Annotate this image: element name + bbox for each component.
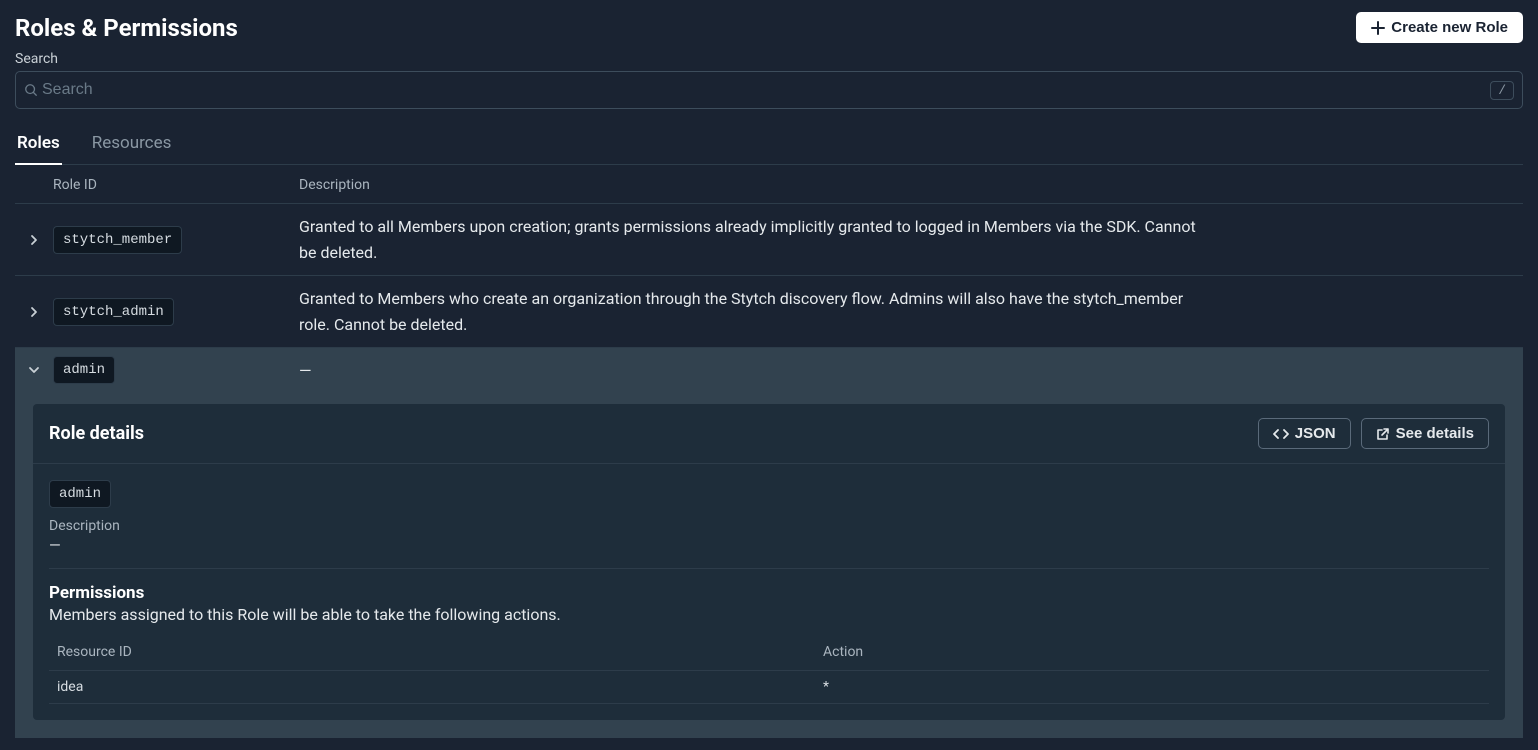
role-description: Granted to Members who create an organiz… <box>299 286 1199 337</box>
search-shortcut-hint: / <box>1490 81 1514 100</box>
description-field-label: Description <box>49 518 1489 534</box>
permissions-title: Permissions <box>49 583 1489 603</box>
col-action: Action <box>823 644 1481 660</box>
search-label: Search <box>15 51 1523 67</box>
permission-action: * <box>823 679 1481 695</box>
see-details-button[interactable]: See details <box>1361 418 1489 449</box>
tab-resources[interactable]: Resources <box>90 127 174 165</box>
external-link-icon <box>1376 427 1390 441</box>
permission-resource: idea <box>57 679 823 695</box>
expand-toggle[interactable] <box>15 364 53 376</box>
search-field-wrap[interactable]: / <box>15 71 1523 109</box>
tab-roles[interactable]: Roles <box>15 127 62 165</box>
col-description: Description <box>299 177 1523 193</box>
expand-toggle[interactable] <box>15 306 53 318</box>
permissions-subtitle: Members assigned to this Role will be ab… <box>49 605 1489 624</box>
expand-toggle[interactable] <box>15 234 53 246</box>
role-id-chip: stytch_admin <box>53 298 174 326</box>
page-title: Roles & Permissions <box>15 14 238 42</box>
roles-table-header: Role ID Description <box>15 165 1523 204</box>
permission-row: idea * <box>49 671 1489 704</box>
json-button-label: JSON <box>1295 425 1336 442</box>
role-id-value: admin <box>49 480 111 508</box>
chevron-right-icon <box>28 306 40 318</box>
table-row: stytch_admin Granted to Members who crea… <box>15 276 1523 348</box>
code-icon <box>1273 427 1289 441</box>
role-details-container: Role details JSON See details <box>15 392 1523 738</box>
role-id-chip: admin <box>53 356 115 384</box>
create-role-button[interactable]: Create new Role <box>1356 12 1523 43</box>
role-description: — <box>299 358 1199 384</box>
description-field-value: — <box>49 536 1489 554</box>
col-role-id: Role ID <box>53 177 299 193</box>
table-row: stytch_member Granted to all Members upo… <box>15 204 1523 276</box>
search-icon <box>24 83 38 97</box>
role-details-title: Role details <box>49 423 144 444</box>
permissions-table-header: Resource ID Action <box>49 634 1489 671</box>
chevron-down-icon <box>28 364 40 376</box>
chevron-right-icon <box>28 234 40 246</box>
json-button[interactable]: JSON <box>1258 418 1351 449</box>
table-row: admin — <box>15 348 1523 392</box>
col-resource-id: Resource ID <box>57 644 823 660</box>
see-details-label: See details <box>1396 425 1474 442</box>
plus-icon <box>1371 21 1385 35</box>
role-description: Granted to all Members upon creation; gr… <box>299 214 1199 265</box>
tabs: Roles Resources <box>15 127 1523 165</box>
create-role-label: Create new Role <box>1391 19 1508 36</box>
search-input[interactable] <box>38 75 1490 105</box>
role-id-chip: stytch_member <box>53 226 182 254</box>
